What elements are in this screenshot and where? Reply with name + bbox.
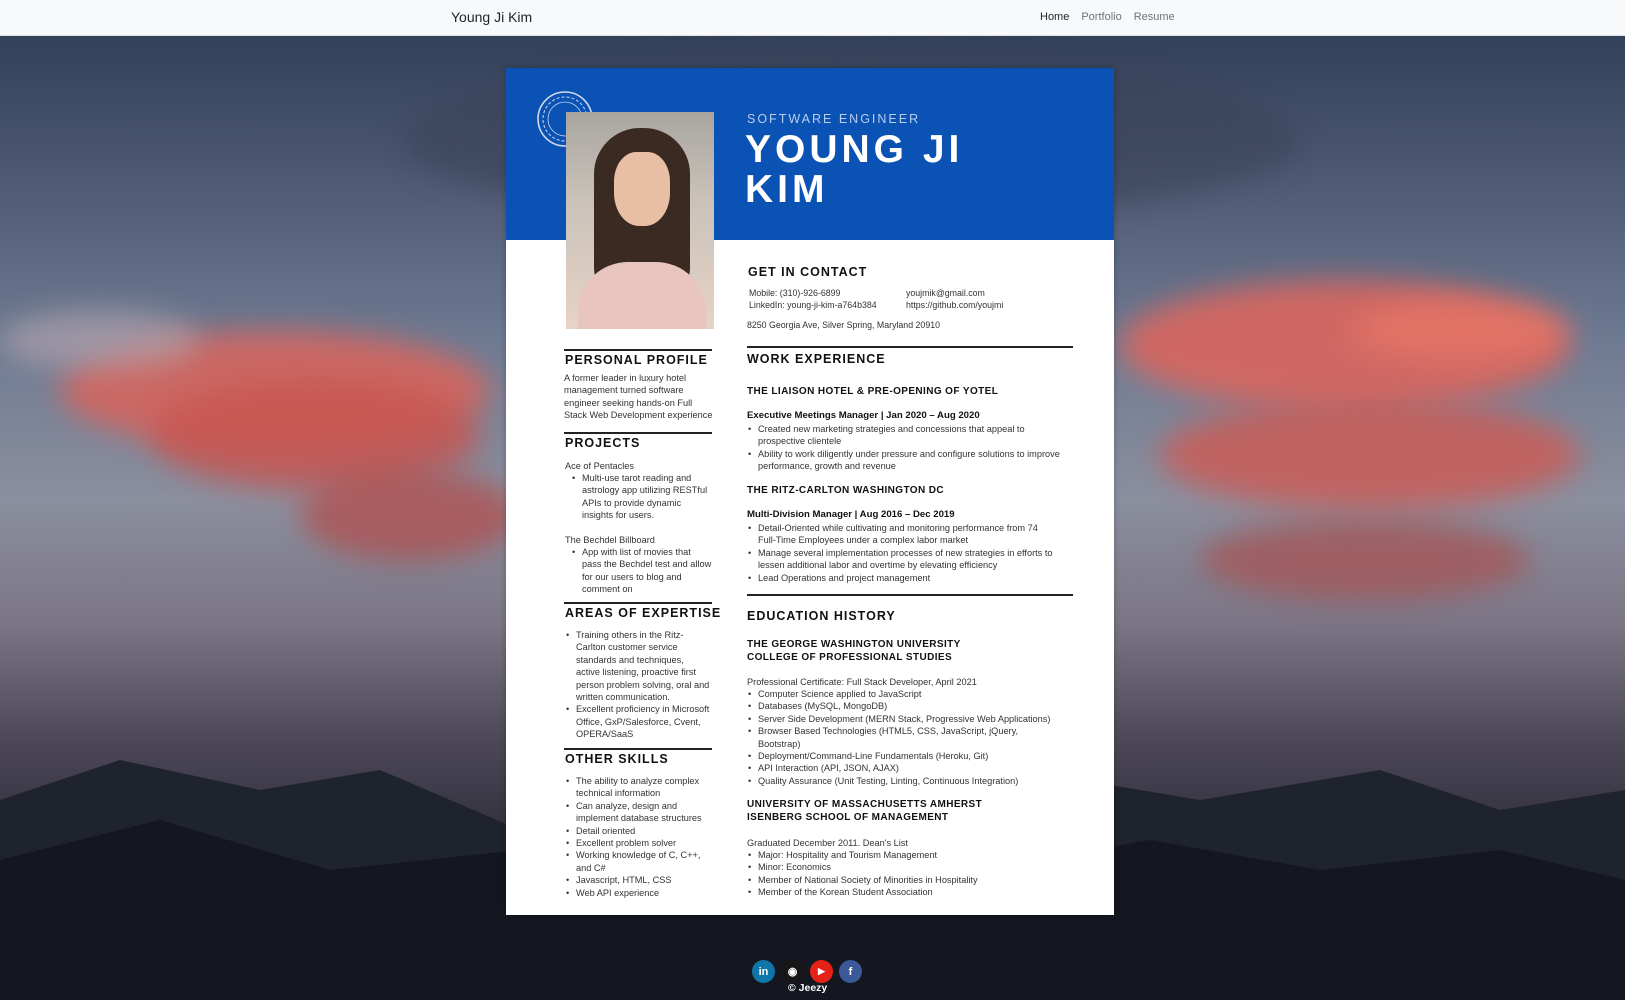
job-title: Executive Meetings Manager | Jan 2020 – … bbox=[747, 410, 980, 421]
job-company: THE LIAISON HOTEL & PRE-OPENING OF YOTEL bbox=[747, 386, 999, 397]
list-item: Member of the Korean Student Association bbox=[747, 886, 1072, 899]
project-bullets: Multi-use tarot reading and astrology ap… bbox=[571, 472, 716, 522]
job-title: Multi-Division Manager | Aug 2016 – Dec … bbox=[747, 509, 955, 520]
list-item: Ability to work diligently under pressur… bbox=[747, 448, 1072, 473]
facebook-icon[interactable]: f bbox=[839, 960, 862, 983]
resume-name: YOUNG JI KIM bbox=[745, 128, 964, 211]
brand-link[interactable]: Young Ji Kim bbox=[451, 9, 532, 25]
project-bullets: App with list of movies that pass the Be… bbox=[571, 546, 716, 596]
divider bbox=[747, 594, 1073, 596]
contact-email: youjmik@gmail.com bbox=[906, 288, 985, 298]
education-heading: EDUCATION HISTORY bbox=[747, 609, 896, 623]
list-item: Excellent problem solver bbox=[565, 837, 715, 850]
expertise-list: Training others in the Ritz- Carlton cus… bbox=[565, 629, 715, 741]
list-item: Training others in the Ritz- Carlton cus… bbox=[565, 629, 715, 703]
school-bullets: Computer Science applied to JavaScript D… bbox=[747, 688, 1072, 788]
list-item: API Interaction (API, JSON, AJAX) bbox=[747, 762, 1072, 775]
list-item: Javascript, HTML, CSS bbox=[565, 874, 715, 887]
youtube-icon[interactable]: ▶ bbox=[810, 960, 833, 983]
list-item: Detail oriented bbox=[565, 825, 715, 838]
nav-link-resume[interactable]: Resume bbox=[1134, 11, 1175, 23]
social-links: in ◉ ▶ f bbox=[752, 960, 862, 983]
skills-list: The ability to analyze complextechnical … bbox=[565, 775, 715, 899]
divider bbox=[564, 748, 712, 750]
copyright-text: © Jeezy bbox=[788, 982, 828, 994]
list-item: Created new marketing strategies and con… bbox=[747, 423, 1072, 448]
profile-text: A former leader in luxury hotel manageme… bbox=[564, 373, 713, 421]
resume-document: SOFTWARE ENGINEER YOUNG JI KIM GET IN CO… bbox=[506, 68, 1114, 915]
list-item: Quality Assurance (Unit Testing, Linting… bbox=[747, 775, 1072, 788]
nav-links: Home Portfolio Resume bbox=[1040, 11, 1175, 23]
project-title: The Bechdel Billboard bbox=[565, 535, 655, 545]
profile-photo bbox=[566, 112, 714, 329]
list-item: The ability to analyze complextechnical … bbox=[565, 775, 715, 800]
school-bullets: Major: Hospitality and Tourism Managemen… bbox=[747, 849, 1072, 899]
school-name: THE GEORGE WASHINGTON UNIVERSITY COLLEGE… bbox=[747, 639, 961, 663]
school-graduation: Graduated December 2011. Dean's List bbox=[747, 838, 908, 848]
contact-heading: GET IN CONTACT bbox=[748, 265, 868, 279]
top-navbar: Young Ji Kim Home Portfolio Resume bbox=[0, 0, 1625, 36]
contact-mobile: Mobile: (310)-926-6899 bbox=[749, 288, 841, 298]
list-item: Major: Hospitality and Tourism Managemen… bbox=[747, 849, 1072, 862]
contact-github: https://github.com/youjmi bbox=[906, 300, 1004, 310]
resume-role: SOFTWARE ENGINEER bbox=[747, 112, 921, 126]
divider bbox=[564, 349, 712, 351]
work-heading: WORK EXPERIENCE bbox=[747, 352, 886, 366]
skills-heading: OTHER SKILLS bbox=[565, 752, 669, 766]
nav-link-home[interactable]: Home bbox=[1040, 11, 1069, 23]
list-item: Can analyze, design andimplement databas… bbox=[565, 800, 715, 825]
linkedin-icon[interactable]: in bbox=[752, 960, 775, 983]
divider bbox=[747, 346, 1073, 348]
divider bbox=[564, 602, 712, 604]
contact-linkedin: LinkedIn: young-ji-kim-a764b384 bbox=[749, 300, 877, 310]
profile-heading: PERSONAL PROFILE bbox=[565, 353, 708, 367]
list-item: Computer Science applied to JavaScript bbox=[747, 688, 1072, 701]
list-item: Databases (MySQL, MongoDB) bbox=[747, 700, 1072, 713]
school-certificate: Professional Certificate: Full Stack Dev… bbox=[747, 677, 977, 687]
list-item: Minor: Economics bbox=[747, 861, 1072, 874]
project-title: Ace of Pentacles bbox=[565, 461, 634, 471]
github-icon[interactable]: ◉ bbox=[781, 960, 804, 983]
expertise-heading: AREAS OF EXPERTISE bbox=[565, 606, 722, 620]
projects-heading: PROJECTS bbox=[565, 436, 641, 450]
list-item: Excellent proficiency in Microsoft Offic… bbox=[565, 703, 715, 740]
list-item: Server Side Development (MERN Stack, Pro… bbox=[747, 713, 1072, 726]
list-item: Web API experience bbox=[565, 887, 715, 900]
contact-address: 8250 Georgia Ave, Silver Spring, Marylan… bbox=[747, 320, 940, 330]
nav-link-portfolio[interactable]: Portfolio bbox=[1081, 11, 1121, 23]
list-item: App with list of movies that pass the Be… bbox=[571, 546, 716, 596]
list-item: Detail-Oriented while cultivating and mo… bbox=[747, 522, 1072, 547]
list-item: Manage several implementation processes … bbox=[747, 547, 1072, 572]
job-company: THE RITZ-CARLTON WASHINGTON DC bbox=[747, 485, 944, 496]
list-item: Multi-use tarot reading and astrology ap… bbox=[571, 472, 716, 522]
list-item: Member of National Society of Minorities… bbox=[747, 874, 1072, 887]
list-item: Browser Based Technologies (HTML5, CSS, … bbox=[747, 725, 1072, 750]
school-name: UNIVERSITY OF MASSACHUSETTS AMHERST ISEN… bbox=[747, 799, 983, 823]
list-item: Working knowledge of C, C++,and C# bbox=[565, 849, 715, 874]
list-item: Lead Operations and project management bbox=[747, 572, 1072, 585]
divider bbox=[564, 432, 712, 434]
job-bullets: Created new marketing strategies and con… bbox=[747, 423, 1072, 473]
job-bullets: Detail-Oriented while cultivating and mo… bbox=[747, 522, 1072, 584]
list-item: Deployment/Command-Line Fundamentals (He… bbox=[747, 750, 1072, 763]
